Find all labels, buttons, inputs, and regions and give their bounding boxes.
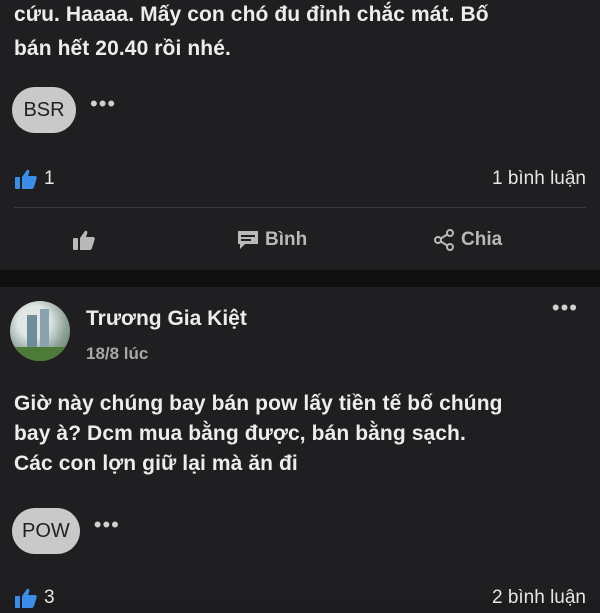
share-label: Chia [461, 229, 503, 250]
stock-tag-chip[interactable]: POW [12, 508, 80, 554]
post-body: Giờ này chúng bay bán pow lấy tiền tế bố… [14, 389, 589, 479]
post-card-1: cứu. Haaaa. Mấy con chó đu đỉnh chắc mát… [0, 0, 600, 270]
reaction-stats: 1 1 bình luận [14, 164, 586, 194]
share-icon [434, 229, 454, 251]
post-text-line: cứu. Haaaa. Mấy con chó đu đỉnh chắc mát… [14, 3, 489, 26]
post-text-line: bay à? Dcm mua bằng được, bán bằng sạch. [14, 422, 466, 445]
thumbs-up-icon [15, 588, 37, 608]
post-text-line: bán hết 20.40 rồi nhé. [14, 37, 231, 60]
like-summary[interactable]: 3 [14, 587, 55, 609]
comment-count-link[interactable]: 2 bình luận [492, 587, 586, 609]
post-text-line: Giờ này chúng bay bán pow lấy tiền tế bố… [14, 392, 503, 415]
stock-tag-chip[interactable]: BSR [12, 87, 76, 133]
post-card-2: Trương Gia Kiệt 18/8 lúc ••• Giờ này chú… [0, 287, 600, 608]
tag-row: POW ••• [12, 508, 120, 554]
more-tags-button[interactable]: ••• [94, 514, 120, 536]
thumbs-up-icon [73, 230, 95, 250]
comment-button[interactable]: Bình [237, 229, 307, 251]
divider [14, 207, 586, 208]
post-header: Trương Gia Kiệt 18/8 lúc [10, 301, 247, 364]
avatar[interactable] [10, 301, 70, 361]
more-tags-button[interactable]: ••• [90, 93, 116, 115]
post-body: cứu. Haaaa. Mấy con chó đu đỉnh chắc mát… [14, 0, 589, 64]
like-summary[interactable]: 1 [14, 168, 55, 190]
post-separator [0, 270, 600, 287]
reaction-stats: 3 2 bình luận [14, 583, 586, 613]
author-name[interactable]: Trương Gia Kiệt [86, 307, 247, 331]
post-timestamp: 18/8 lúc [86, 344, 149, 363]
comment-count-link[interactable]: 1 bình luận [492, 168, 586, 190]
thumbs-up-icon [15, 169, 37, 189]
comment-label: Bình [265, 229, 308, 250]
comment-icon [238, 231, 258, 249]
like-count: 1 [44, 168, 55, 189]
action-bar: Bình Chia [0, 220, 600, 260]
share-button[interactable]: Chia [433, 229, 502, 251]
like-button[interactable] [72, 229, 102, 251]
tag-row: BSR ••• [12, 87, 116, 133]
post-menu-button[interactable]: ••• [552, 295, 578, 321]
like-count: 3 [44, 587, 55, 608]
post-text-line: Các con lợn giữ lại mà ăn đi [14, 452, 298, 475]
